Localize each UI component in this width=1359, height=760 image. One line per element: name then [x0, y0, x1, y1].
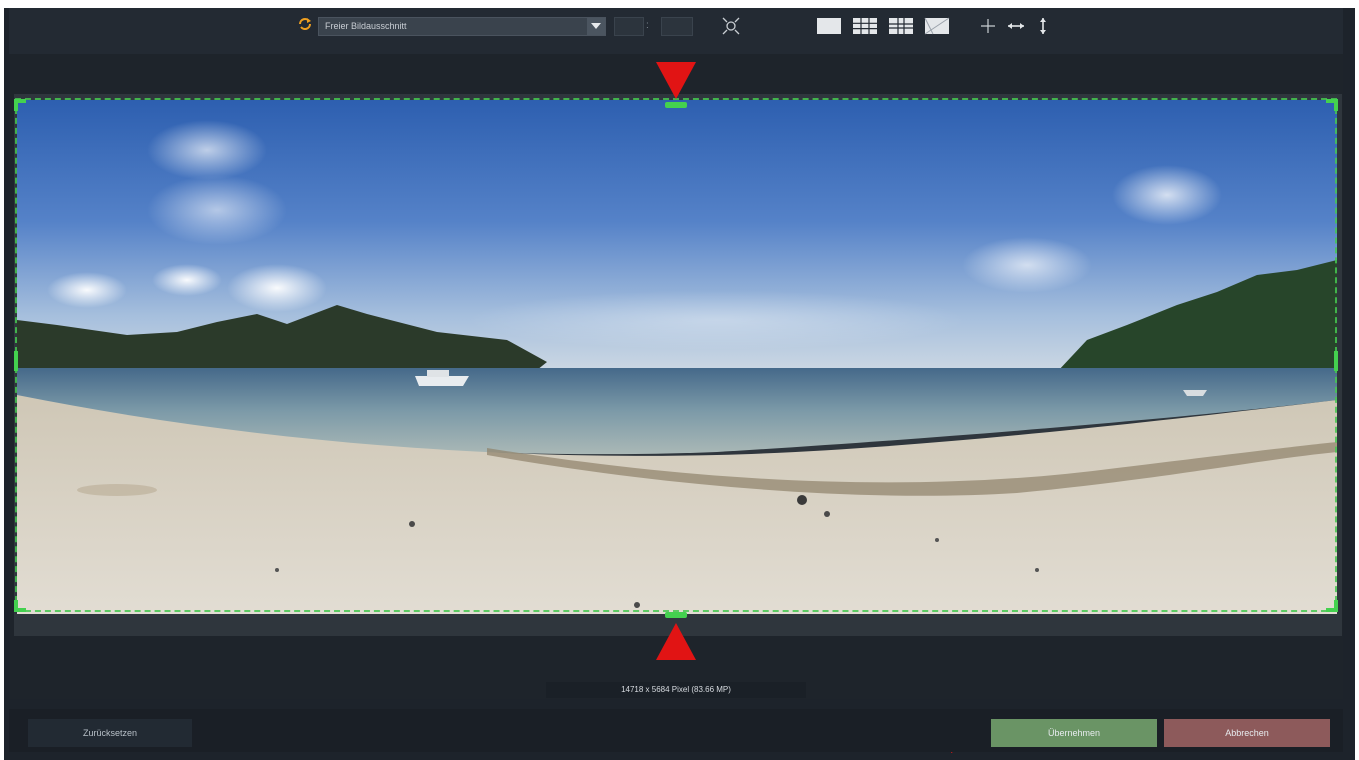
aspect-ratio-value: Freier Bildausschnitt — [325, 21, 407, 31]
crop-handle-bottom[interactable] — [665, 612, 687, 618]
auto-fit-icon[interactable] — [720, 15, 742, 37]
chevron-down-icon — [591, 23, 601, 29]
grid-none-icon[interactable] — [816, 16, 842, 36]
center-icon[interactable] — [978, 15, 998, 37]
image-size-label: 14718 x 5684 Pixel (83.66 MP) — [546, 682, 806, 698]
crop-handle-bottom-right-v[interactable] — [1334, 600, 1338, 612]
ratio-width-input[interactable] — [614, 17, 644, 36]
grid-golden-icon[interactable] — [888, 16, 914, 36]
grid-thirds-icon[interactable] — [852, 16, 878, 36]
crop-ratio-icon[interactable] — [297, 16, 313, 32]
cancel-button[interactable]: Abbrechen — [1164, 719, 1330, 747]
ratio-separator: : — [646, 20, 649, 31]
crop-handle-top[interactable] — [665, 102, 687, 108]
flip-vertical-icon[interactable] — [1034, 15, 1052, 37]
aspect-ratio-select[interactable]: Freier Bildausschnitt — [318, 17, 606, 36]
flip-horizontal-icon[interactable] — [1005, 15, 1027, 37]
crop-handle-left[interactable] — [14, 351, 18, 371]
grid-diagonal-icon[interactable] — [924, 16, 950, 36]
reset-button[interactable]: Zurücksetzen — [28, 719, 192, 747]
annotation-arrow-up-icon — [656, 623, 696, 660]
crop-frame[interactable] — [15, 98, 1337, 612]
apply-button[interactable]: Übernehmen — [991, 719, 1157, 747]
annotation-arrow-down-icon — [656, 62, 696, 99]
crop-handle-right[interactable] — [1334, 351, 1338, 371]
crop-handle-top-left-v[interactable] — [14, 99, 18, 111]
crop-handle-top-right-v[interactable] — [1334, 99, 1338, 111]
crop-handle-bottom-left-v[interactable] — [14, 600, 18, 612]
ratio-height-input[interactable] — [661, 17, 693, 36]
